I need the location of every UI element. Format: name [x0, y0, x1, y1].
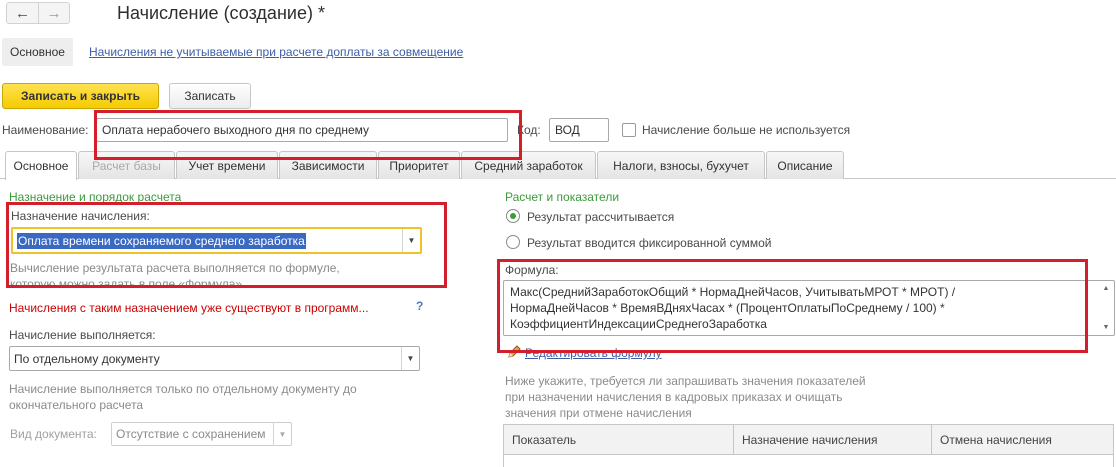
save-and-close-button[interactable]: Записать и закрыть: [2, 83, 159, 109]
name-input[interactable]: Оплата нерабочего выходного дня по средн…: [96, 118, 508, 142]
formula-textarea[interactable]: Макс(СреднийЗаработокОбщий * НормаДнейЧа…: [503, 280, 1115, 336]
formula-scrollbar[interactable]: ▲ ▼: [1100, 285, 1112, 331]
performed-select[interactable]: По отдельному документу ▼: [9, 346, 420, 371]
tab-average-earnings[interactable]: Средний заработок: [461, 151, 596, 179]
indicators-table: Показатель Назначение начисления Отмена …: [503, 424, 1114, 467]
tab-main[interactable]: Основное: [5, 151, 77, 180]
radio-calculated-label: Результат рассчитывается: [527, 210, 675, 224]
save-button[interactable]: Записать: [169, 83, 251, 109]
code-label: Код:: [517, 123, 541, 137]
tab-base-calculation[interactable]: Расчет базы: [78, 151, 175, 179]
col-assignment[interactable]: Назначение начисления: [734, 425, 932, 454]
tab-time-accounting[interactable]: Учет времени: [176, 151, 278, 179]
indicators-hint-2: при назначении начисления в кадровых при…: [505, 390, 843, 404]
scroll-down-icon[interactable]: ▼: [1103, 324, 1110, 331]
formula-label: Формула:: [505, 263, 559, 277]
indicators-hint-3: значения при отмене начисления: [505, 406, 692, 420]
group-title-calculation: Расчет и показатели: [505, 190, 620, 204]
purpose-label: Назначение начисления:: [11, 209, 150, 223]
section-main[interactable]: Основное: [2, 38, 73, 66]
purpose-select[interactable]: Оплата времени сохраняемого среднего зар…: [11, 227, 422, 254]
duplicate-warning: Начисления с таким назначением уже сущес…: [9, 301, 369, 315]
section-link-exclusions[interactable]: Начисления не учитываемые при расчете до…: [89, 45, 463, 59]
history-navigation: ← →: [6, 2, 70, 24]
group-title-purpose: Назначение и порядок расчета: [9, 190, 182, 204]
not-used-checkbox[interactable]: [622, 123, 636, 137]
radio-fixed[interactable]: [506, 235, 520, 249]
col-indicator[interactable]: Показатель: [504, 425, 734, 454]
chevron-down-icon: ▼: [273, 423, 291, 445]
purpose-value: Оплата времени сохраняемого среднего зар…: [17, 232, 306, 249]
formula-line-1: Макс(СреднийЗаработокОбщий * НормаДнейЧа…: [510, 285, 956, 299]
tab-dependencies[interactable]: Зависимости: [279, 151, 377, 179]
tab-description[interactable]: Описание: [766, 151, 844, 179]
col-cancellation[interactable]: Отмена начисления: [932, 425, 1113, 454]
scroll-up-icon[interactable]: ▲: [1103, 285, 1110, 292]
formula-line-2: НормаДнейЧасов * ВремяВДняхЧасах * (Проц…: [510, 301, 945, 315]
doc-type-select: Отсутствие с сохранением ▼: [111, 422, 292, 446]
window-title: Начисление (создание) *: [117, 3, 325, 23]
edit-formula-link[interactable]: Редактировать формулу: [525, 346, 662, 360]
doc-type-label: Вид документа:: [10, 427, 97, 441]
code-input[interactable]: ВОД: [549, 118, 609, 142]
tab-taxes[interactable]: Налоги, взносы, бухучет: [597, 151, 765, 179]
back-arrow-icon[interactable]: ←: [7, 3, 38, 23]
table-header-row: Показатель Назначение начисления Отмена …: [504, 425, 1113, 455]
tab-priority[interactable]: Приоритет: [378, 151, 460, 179]
radio-calculated[interactable]: [506, 209, 520, 223]
indicators-hint-1: Ниже укажите, требуется ли запрашивать з…: [505, 374, 866, 388]
tab-bar: Основное Расчет базы Учет времени Зависи…: [0, 151, 1116, 180]
name-label: Наименование:: [2, 123, 89, 137]
performed-value: По отдельному документу: [14, 351, 160, 366]
purpose-hint-2: которую можно задать в поле «Формула»: [10, 277, 243, 285]
doc-type-value: Отсутствие с сохранением: [116, 427, 266, 441]
pencil-icon: [507, 345, 521, 359]
performed-hint-2: окончательного расчета: [9, 398, 144, 412]
formula-line-3: КоэффициентИндексацииСреднегоЗаработка: [510, 317, 767, 331]
performed-label: Начисление выполняется:: [9, 328, 156, 342]
forward-arrow-icon[interactable]: →: [37, 3, 69, 23]
chevron-down-icon[interactable]: ▼: [402, 229, 420, 252]
purpose-hint-1: Вычисление результата расчета выполняетс…: [10, 261, 340, 275]
help-icon[interactable]: ?: [416, 299, 423, 313]
performed-hint-1: Начисление выполняется только по отдельн…: [9, 382, 357, 396]
chevron-down-icon[interactable]: ▼: [401, 347, 419, 370]
not-used-label: Начисление больше не используется: [642, 123, 851, 137]
radio-fixed-label: Результат вводится фиксированной суммой: [527, 236, 772, 250]
